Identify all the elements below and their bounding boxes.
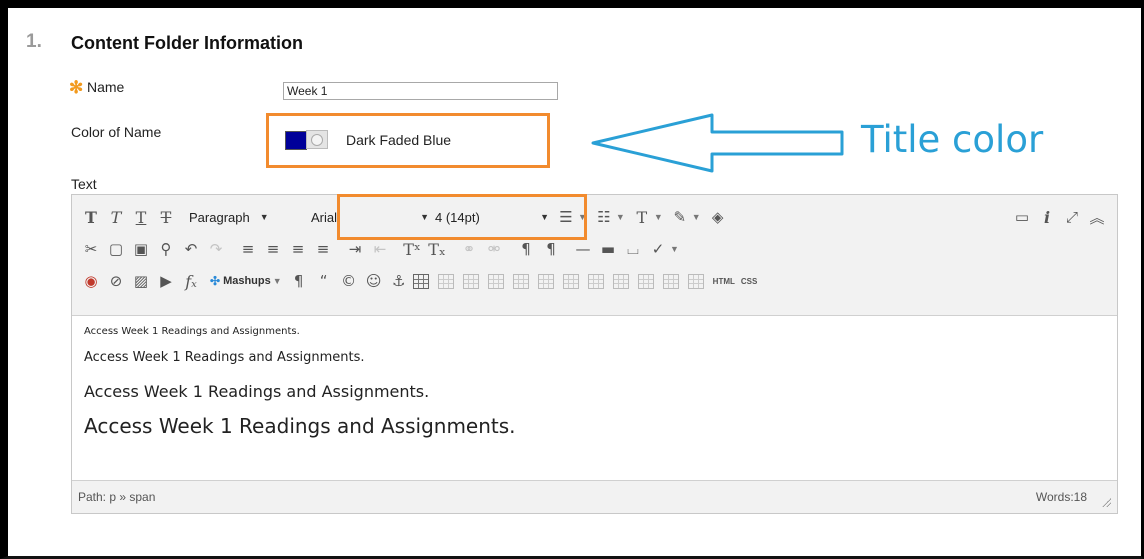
indent-icon[interactable]: ⇥ (344, 238, 366, 260)
merge-cells-icon[interactable] (687, 273, 704, 289)
link-icon[interactable]: ⚭ (458, 238, 480, 260)
css-button[interactable]: CSS (741, 277, 757, 286)
nbsp-icon[interactable]: ⌴ (622, 238, 644, 260)
math-formula-icon[interactable]: fₓ (180, 270, 202, 292)
media-icon[interactable]: ▶ (155, 270, 177, 292)
collapse-icon[interactable]: ︽ (1086, 206, 1108, 228)
color-name-text: Dark Faded Blue (346, 132, 452, 148)
word-count: Words:18 (1035, 490, 1087, 504)
underline-icon[interactable]: T (130, 206, 152, 228)
spellcheck-icon[interactable]: ✓ (647, 238, 669, 260)
record-icon[interactable]: ◉ (80, 270, 102, 292)
row-before-icon[interactable] (512, 273, 529, 289)
left-arrow-icon (591, 113, 844, 173)
cut-icon[interactable]: ✂ (80, 238, 102, 260)
anchor-icon[interactable]: ⚓ (388, 270, 410, 292)
copyright-icon[interactable]: © (338, 270, 360, 292)
mashups-label: Mashups (223, 275, 271, 287)
col-after-icon[interactable] (612, 273, 629, 289)
section-title: Content Folder Information (71, 33, 303, 53)
strikethrough-icon[interactable]: T (155, 206, 177, 228)
thick-rule-icon[interactable]: ▬ (597, 238, 619, 260)
align-right-icon[interactable]: ≡ (287, 238, 309, 260)
html-button[interactable]: HTML (713, 277, 735, 286)
align-center-icon[interactable]: ≡ (262, 238, 284, 260)
paragraph-dropdown[interactable]: Paragraph ▼ (189, 210, 305, 225)
name-label: Name (87, 79, 125, 95)
editor-statusbar: Path: p » span Words:18 (72, 480, 1117, 513)
row-after-icon[interactable] (537, 273, 554, 289)
content-line-3: Access Week 1 Readings and Assignments. (84, 382, 430, 401)
element-path: Path: p » span (78, 490, 156, 504)
unlink-icon[interactable]: ⚮ (483, 238, 505, 260)
outdent-icon[interactable]: ⇤ (369, 238, 391, 260)
paste-icon[interactable]: ▣ (130, 238, 152, 260)
row-props-icon[interactable] (462, 273, 479, 289)
undo-icon[interactable]: ↶ (180, 238, 202, 260)
redo-icon[interactable]: ↷ (205, 238, 227, 260)
find-icon[interactable]: ⚲ (155, 238, 177, 260)
paragraph-value: Paragraph (189, 209, 250, 225)
editor-content[interactable]: Access Week 1 Readings and Assignments. … (72, 316, 1117, 472)
required-star-icon: ✻ (69, 78, 84, 97)
eraser-icon[interactable]: ◈ (707, 206, 729, 228)
fullscreen-icon[interactable]: ⤢ (1061, 206, 1083, 228)
cell-props-icon[interactable] (487, 273, 504, 289)
col-before-icon[interactable] (587, 273, 604, 289)
text-color-icon[interactable]: T (631, 206, 653, 228)
rtl-icon[interactable]: ¶ (540, 238, 562, 260)
bold-icon[interactable]: T (80, 206, 102, 228)
insert-table-icon[interactable] (412, 273, 429, 289)
align-justify-icon[interactable]: ≡ (312, 238, 334, 260)
paragraph-mark-icon[interactable]: ¶ (288, 270, 310, 292)
delete-row-icon[interactable] (562, 273, 579, 289)
emoticon-icon[interactable]: ☺ (363, 270, 385, 292)
attach-icon[interactable]: ⊘ (105, 270, 127, 292)
subscript-icon[interactable]: Tₓ (426, 238, 448, 260)
content-line-1: Access Week 1 Readings and Assignments. (84, 326, 300, 337)
align-left-icon[interactable]: ≡ (237, 238, 259, 260)
highlight-icon[interactable]: ✎ (669, 206, 691, 228)
name-input[interactable] (283, 82, 558, 100)
blockquote-icon[interactable]: “ (313, 270, 335, 292)
preview-icon[interactable]: ▭ (1011, 206, 1033, 228)
ltr-icon[interactable]: ¶ (515, 238, 537, 260)
split-cells-icon[interactable] (662, 273, 679, 289)
italic-icon[interactable]: T (105, 206, 127, 228)
content-line-2: Access Week 1 Readings and Assignments. (84, 350, 365, 365)
numbered-list-icon[interactable]: ☷ (593, 206, 615, 228)
info-icon[interactable]: i (1036, 206, 1058, 228)
mashups-dropdown[interactable]: ✣ Mashups (210, 274, 271, 288)
content-line-4: Access Week 1 Readings and Assignments. (84, 414, 516, 438)
table-props-icon[interactable] (437, 273, 454, 289)
editor-toolbar: T T T T Paragraph ▼ Arial ▼ 4 (14pt) ▼ ☰ ▼ ☷… (72, 195, 1117, 316)
image-icon[interactable]: ▨ (130, 270, 152, 292)
text-editor: T T T T Paragraph ▼ Arial ▼ 4 (14pt) ▼ ☰ ▼ ☷… (71, 194, 1118, 514)
color-of-name-label: Color of Name (71, 124, 162, 140)
section-number: 1. (26, 31, 42, 52)
toolbar-right: ▭ i ⤢ ︽ (1011, 203, 1111, 231)
color-picker-button[interactable] (306, 130, 328, 149)
color-swatch[interactable] (285, 131, 307, 150)
delete-col-icon[interactable] (637, 273, 654, 289)
title-color-annotation: Title color (861, 118, 1044, 161)
copy-icon[interactable]: ▢ (105, 238, 127, 260)
horizontal-rule-icon[interactable]: — (572, 238, 594, 260)
toolbar-row-3: ◉ ⊘ ▨ ▶ fₓ ✣ Mashups ▼ ¶ “ © ☺ ⚓ HTML CSS (80, 267, 763, 295)
resize-grip-icon[interactable] (1101, 497, 1111, 507)
text-label: Text (71, 176, 97, 192)
superscript-icon[interactable]: Tˣ (401, 238, 423, 260)
font-highlight-box (337, 194, 587, 240)
